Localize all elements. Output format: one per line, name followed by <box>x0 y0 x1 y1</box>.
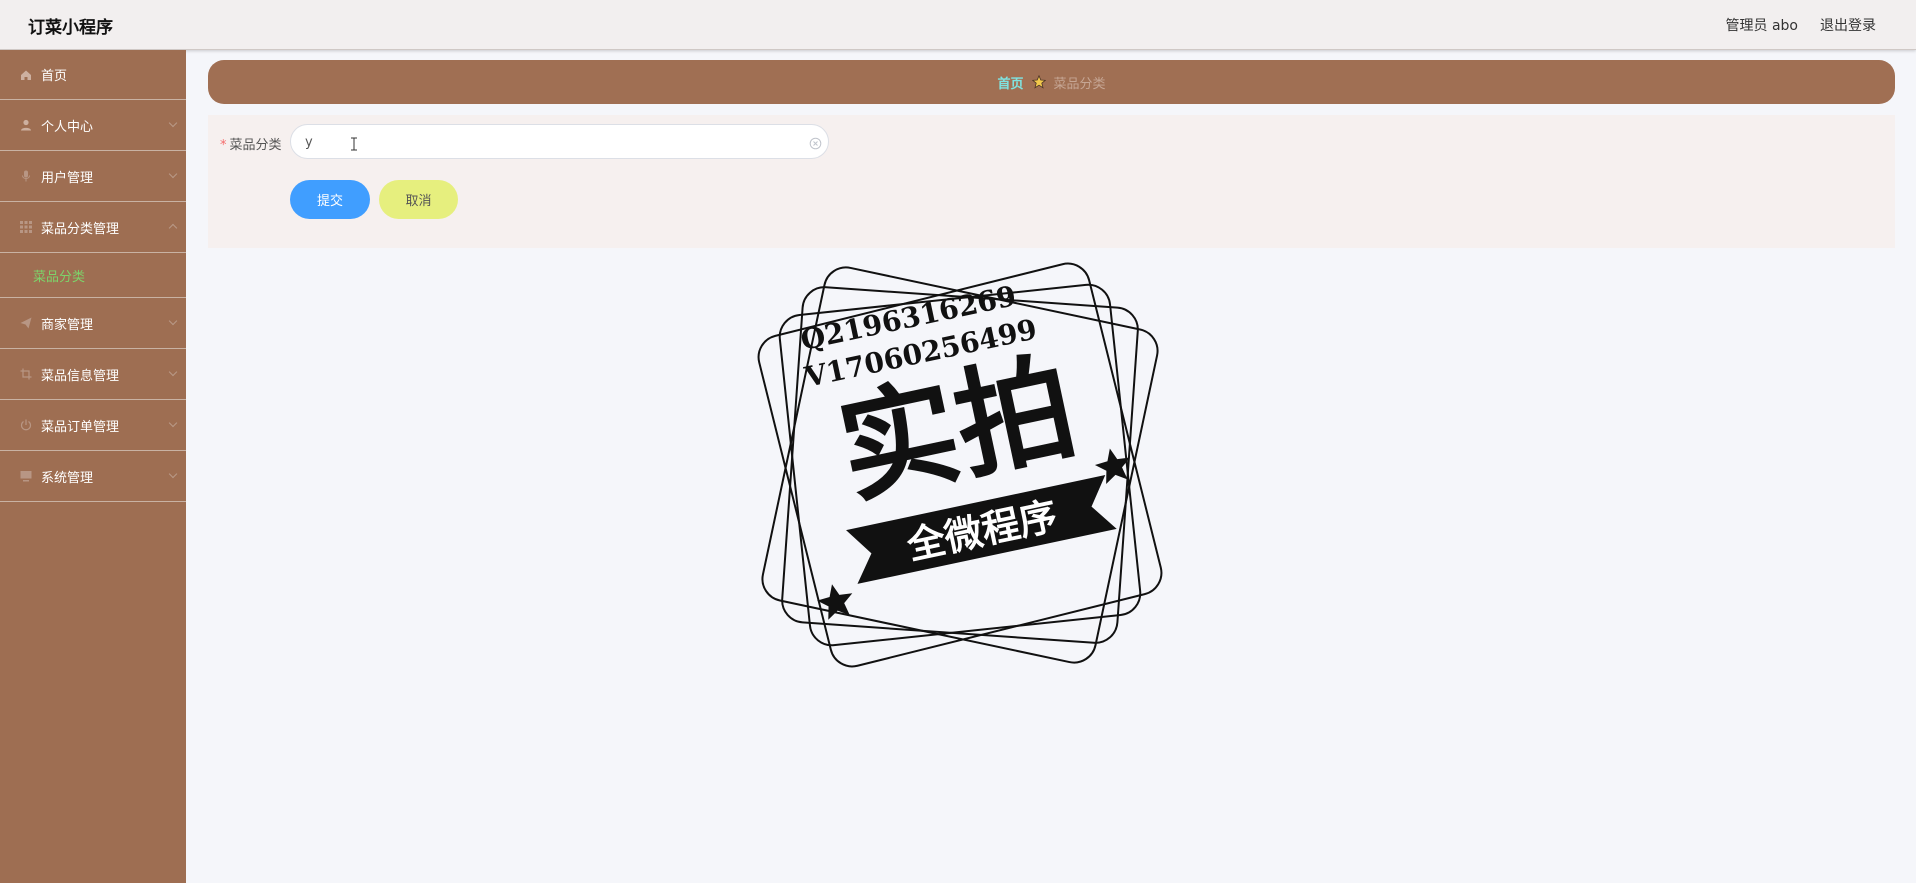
app-title: 订菜小程序 <box>28 18 113 38</box>
category-form: *菜品分类 提交 取消 <box>208 115 1895 248</box>
sidebar-item-profile[interactable]: 个人中心 <box>0 100 186 151</box>
sidebar-item-home[interactable]: 首页 <box>0 50 186 100</box>
sidebar-item-label: 系统管理 <box>41 470 94 486</box>
chevron-down-icon <box>168 118 178 128</box>
sidebar-item-users[interactable]: 用户管理 <box>0 151 186 202</box>
breadcrumb-current: 菜品分类 <box>1053 76 1106 92</box>
category-label-text: 菜品分类 <box>229 138 282 153</box>
sidebar-item-label: 商家管理 <box>41 317 94 333</box>
chevron-up-icon <box>168 223 178 233</box>
power-icon <box>20 419 32 431</box>
sidebar-item-label: 用户管理 <box>41 170 94 186</box>
breadcrumb-home-link[interactable]: 首页 <box>997 73 1023 92</box>
chevron-down-icon <box>168 367 178 377</box>
sidebar-item-label: 菜品信息管理 <box>41 368 120 384</box>
header-user-area: 管理员 abo 退出登录 <box>1726 15 1876 35</box>
sidebar-item-label: 首页 <box>41 69 68 84</box>
category-input[interactable] <box>305 132 785 152</box>
sidebar: 首页 个人中心 用户管理 菜品分类管理 菜品分类 商家管理 菜品信息管理 菜品订… <box>0 50 186 883</box>
text-cursor-icon <box>350 136 358 155</box>
chevron-down-icon <box>168 418 178 428</box>
clear-input-icon[interactable] <box>809 135 822 150</box>
user-icon <box>20 119 32 131</box>
submit-button[interactable]: 提交 <box>290 180 370 219</box>
chevron-down-icon <box>168 469 178 479</box>
grid-icon <box>20 221 32 233</box>
top-header: 订菜小程序 管理员 abo 退出登录 <box>0 0 1916 50</box>
breadcrumb: 首页 菜品分类 <box>208 60 1895 104</box>
star-icon <box>1031 75 1046 89</box>
category-field-label: * 菜品分类 <box>220 134 282 153</box>
mic-icon <box>20 170 32 182</box>
sidebar-item-label: 菜品订单管理 <box>41 419 120 435</box>
sidebar-item-label: 个人中心 <box>41 119 94 135</box>
send-icon <box>20 317 32 329</box>
sidebar-item-category-management[interactable]: 菜品分类管理 <box>0 202 186 253</box>
logout-link[interactable]: 退出登录 <box>1820 15 1876 35</box>
sidebar-item-label: 菜品分类管理 <box>41 221 120 237</box>
sidebar-item-system[interactable]: 系统管理 <box>0 451 186 502</box>
sidebar-item-orders[interactable]: 菜品订单管理 <box>0 400 186 451</box>
home-icon <box>20 69 32 81</box>
monitor-icon <box>20 470 32 482</box>
watermark-stamp: Q2196316269 V17060256499 实拍 全微程序 <box>745 250 1165 675</box>
chevron-down-icon <box>168 169 178 179</box>
category-input-wrapper <box>290 124 829 159</box>
sidebar-item-merchants[interactable]: 商家管理 <box>0 298 186 349</box>
chevron-down-icon <box>168 316 178 326</box>
admin-user-label[interactable]: 管理员 abo <box>1726 15 1798 35</box>
sidebar-item-dish-info[interactable]: 菜品信息管理 <box>0 349 186 400</box>
submenu-item-category[interactable]: 菜品分类 <box>0 253 186 298</box>
crop-icon <box>20 368 32 380</box>
cancel-button[interactable]: 取消 <box>379 180 458 219</box>
required-marker: * <box>220 138 227 153</box>
